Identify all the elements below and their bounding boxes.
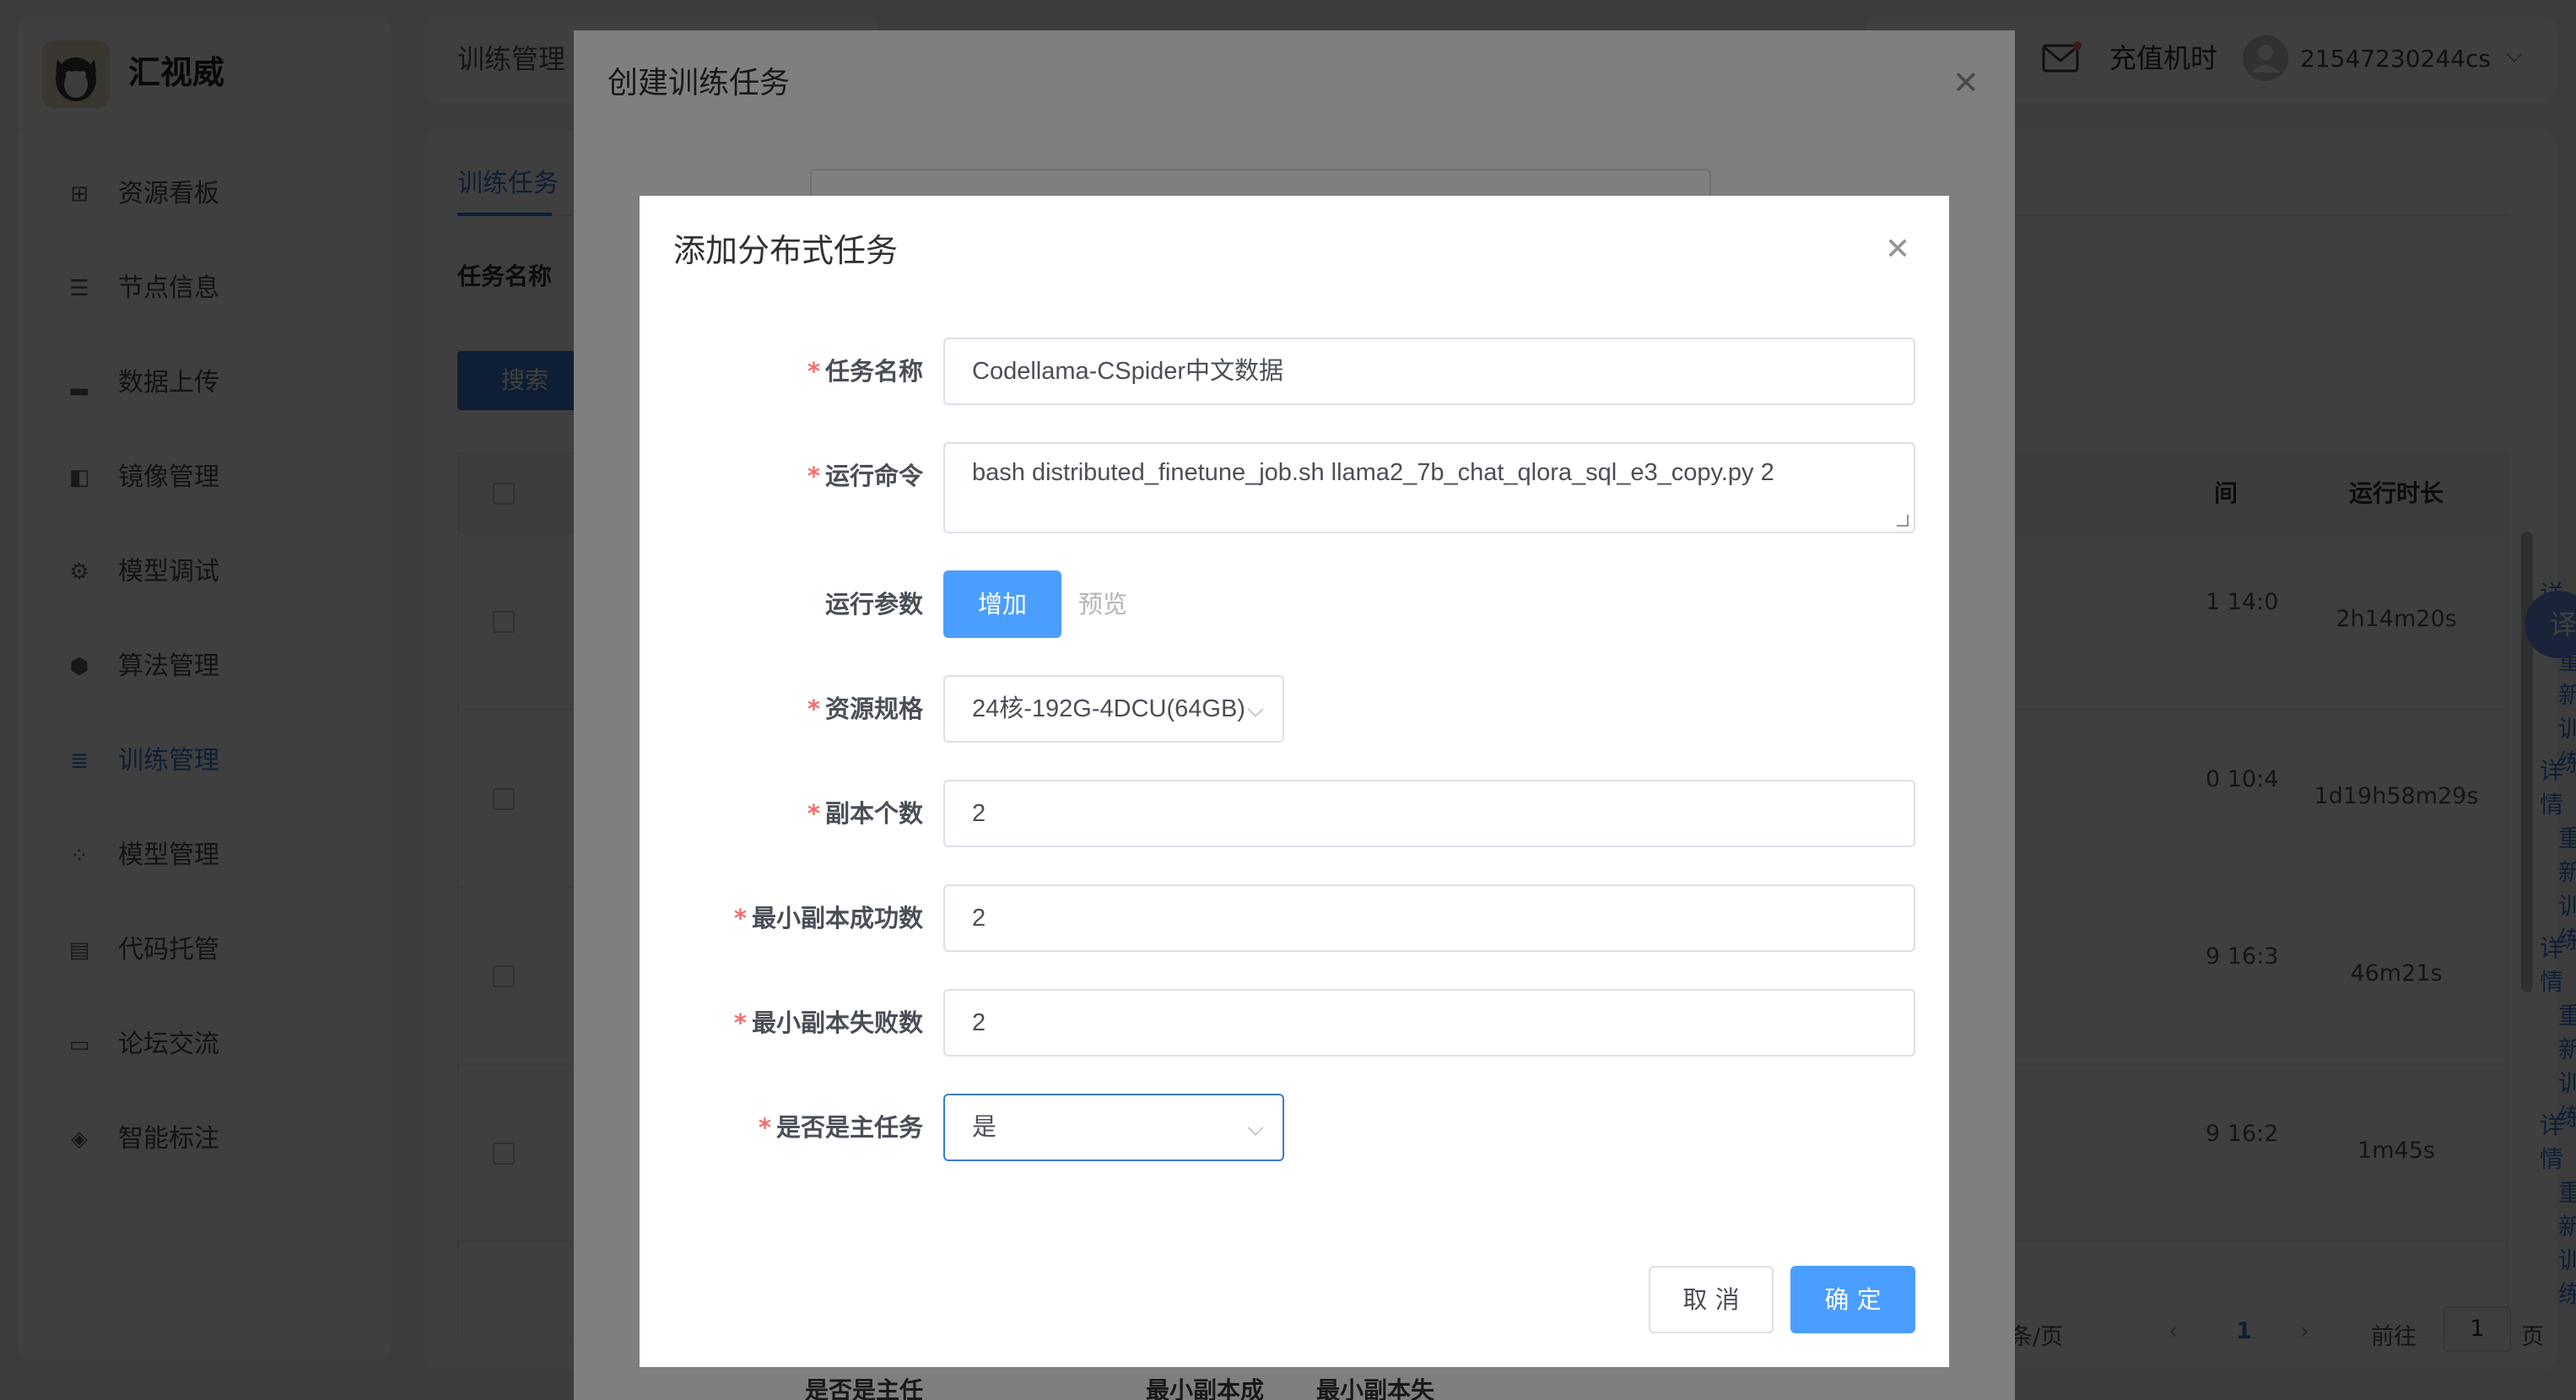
form-row-resource: * 资源规格 24核-192G-4DCU(64GB) ⌵ — [640, 675, 1949, 743]
form-label: * 副本个数 — [807, 799, 923, 828]
form-label: * 是否是主任务 — [758, 1113, 923, 1142]
min-fail-input[interactable]: 2 — [943, 989, 1915, 1057]
form-row-command: * 运行命令 bash distributed_finetune_job.sh l… — [640, 442, 1949, 533]
command-textarea[interactable]: bash distributed_finetune_job.sh llama2_… — [943, 442, 1915, 533]
form-row-params: 运行参数 增加 预览 — [640, 570, 1949, 638]
replicas-input[interactable]: 2 — [943, 780, 1915, 847]
form-label: 运行参数 — [824, 590, 923, 619]
close-icon[interactable]: ✕ — [1885, 230, 1910, 270]
resource-select[interactable]: 24核-192G-4DCU(64GB) ⌵ — [943, 675, 1284, 743]
form-row-min-success: * 最小副本成功数 2 — [640, 884, 1949, 952]
add-distributed-task-dialog: 添加分布式任务 ✕ * 任务名称 Codellama-CSpider中文数据 * 运… — [640, 196, 1949, 1367]
preview-link[interactable]: 预览 — [1078, 570, 1127, 638]
form-row-is-master: * 是否是主任务 是 ⌵ — [640, 1094, 1949, 1161]
is-master-select[interactable]: 是 ⌵ — [943, 1094, 1284, 1161]
form-row-replicas: * 副本个数 2 — [640, 780, 1949, 847]
form-row-task-name: * 任务名称 Codellama-CSpider中文数据 — [640, 338, 1949, 405]
form-label: * 运行命令 — [807, 462, 923, 490]
min-success-input[interactable]: 2 — [943, 884, 1915, 952]
chevron-down-icon: ⌵ — [1247, 696, 1264, 722]
form-label: * 任务名称 — [807, 357, 923, 386]
task-name-input[interactable]: Codellama-CSpider中文数据 — [943, 338, 1915, 405]
dialog-title: 添加分布式任务 — [673, 232, 899, 269]
add-param-button[interactable]: 增加 — [943, 570, 1061, 638]
form-label: * 资源规格 — [807, 695, 923, 723]
form-label: * 最小副本成功数 — [733, 904, 923, 932]
form-row-min-fail: * 最小副本失败数 2 — [640, 989, 1949, 1057]
cancel-button[interactable]: 取 消 — [1649, 1266, 1774, 1333]
resize-handle-icon[interactable] — [1897, 515, 1909, 527]
form-label: * 最小副本失败数 — [733, 1008, 923, 1037]
chevron-down-icon: ⌵ — [1247, 1115, 1264, 1140]
confirm-button[interactable]: 确 定 — [1790, 1266, 1915, 1333]
